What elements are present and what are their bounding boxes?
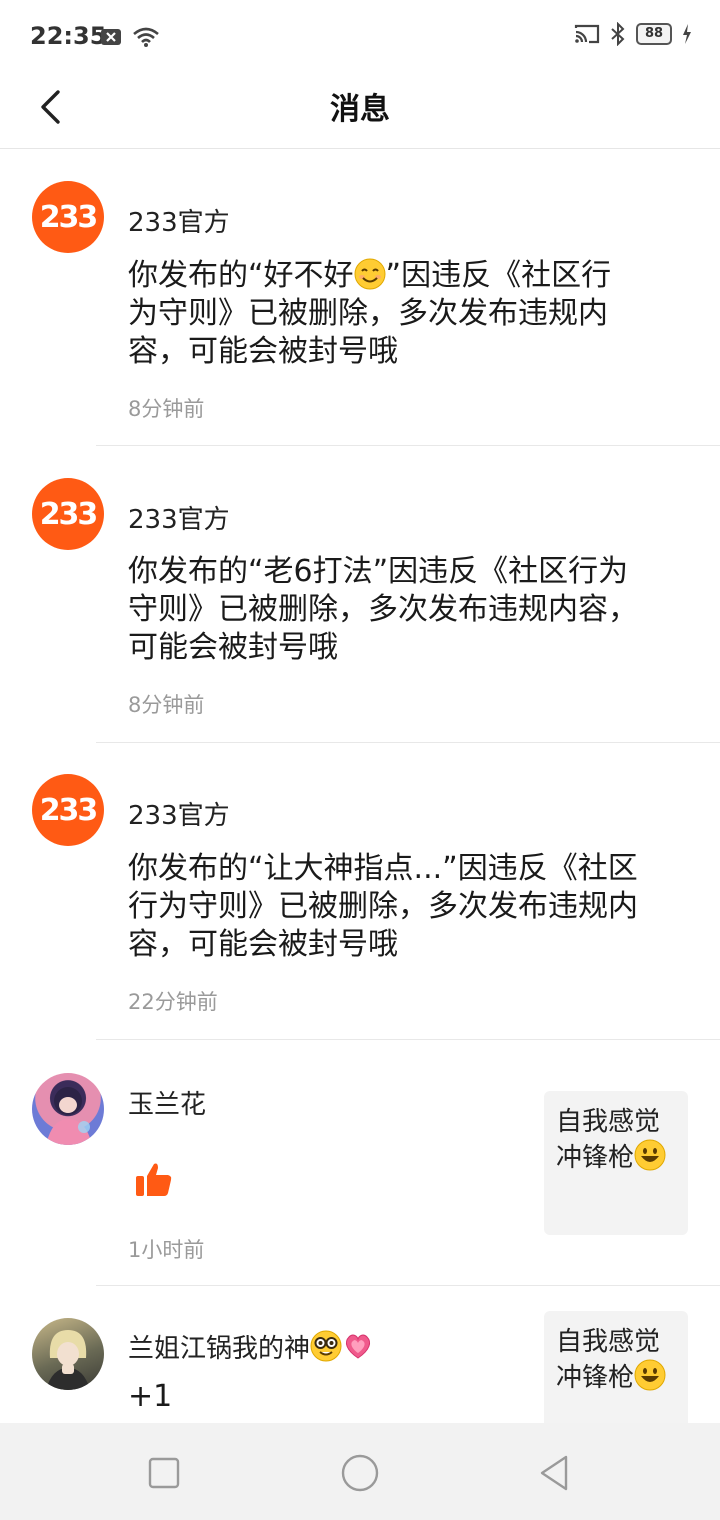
status-right-icons: 88 bbox=[574, 22, 692, 46]
grinning-face-icon bbox=[634, 1359, 666, 1391]
recent-apps-icon[interactable] bbox=[144, 1453, 184, 1493]
message-text: 你发布的“好不好 ”因违反《社区行为守则》已被删除，多次发布违规内容，可能会被封… bbox=[128, 257, 638, 371]
message-text-part: 你发布的“好不好 bbox=[128, 258, 354, 293]
charging-icon bbox=[683, 24, 691, 44]
message-text: 你发布的“老6打法”因违反《社区行为守则》已被删除，多次发布违规内容，可能会被封… bbox=[128, 554, 638, 665]
status-bar: 22:35 88 bbox=[0, 0, 720, 72]
bluetooth-icon bbox=[611, 22, 625, 46]
system-nav-bar bbox=[0, 1423, 720, 1520]
avatar[interactable]: 233 bbox=[32, 181, 104, 253]
sender-name: 233官方 bbox=[128, 208, 230, 238]
sender-name: 兰姐江锅我的神 bbox=[128, 1328, 374, 1365]
list-item[interactable]: 233 233官方 你发布的“让大神指点...”因违反《社区行为守则》已被删除，… bbox=[0, 743, 720, 1040]
anime-avatar-icon bbox=[46, 1330, 90, 1390]
grinning-face-icon bbox=[634, 1139, 666, 1171]
status-left-icons bbox=[100, 26, 160, 48]
avatar[interactable]: 233 bbox=[32, 478, 104, 550]
avatar[interactable]: 233 bbox=[32, 774, 104, 846]
sparkling-heart-icon bbox=[346, 1334, 371, 1359]
list-item[interactable]: 玉兰花 1小时前 自我感觉冲锋枪 bbox=[0, 1040, 720, 1286]
post-preview-card[interactable]: 自我感觉冲锋枪 bbox=[544, 1311, 688, 1423]
thumbs-up-icon bbox=[136, 1163, 172, 1196]
list-item[interactable]: 233 233官方 你发布的“老6打法”因违反《社区行为守则》已被删除，多次发布… bbox=[0, 446, 720, 743]
message-text: 你发布的“让大神指点...”因违反《社区行为守则》已被删除，多次发布违规内容，可… bbox=[128, 851, 638, 962]
message-time: 22分钟前 bbox=[128, 990, 218, 1014]
battery-indicator: 88 bbox=[636, 23, 672, 45]
notification-x-icon bbox=[101, 29, 121, 45]
message-time: 8分钟前 bbox=[128, 397, 205, 421]
message-list[interactable]: 233 233官方 你发布的“好不好 ”因违反《社区行为守则》已被删除，多次发布… bbox=[0, 150, 720, 1423]
nerd-face-icon bbox=[310, 1330, 342, 1362]
avatar[interactable] bbox=[32, 1073, 104, 1145]
avatar-logo: 233 bbox=[39, 199, 99, 235]
list-item[interactable]: 233 233官方 你发布的“好不好 ”因违反《社区行为守则》已被删除，多次发布… bbox=[0, 150, 720, 446]
sender-name: 玉兰花 bbox=[128, 1090, 207, 1120]
message-time: 1小时前 bbox=[128, 1238, 205, 1262]
sender-name: 233官方 bbox=[128, 801, 230, 831]
cast-icon bbox=[574, 24, 600, 44]
avatar-logo: 233 bbox=[39, 792, 99, 828]
status-time: 22:35 bbox=[30, 22, 107, 50]
home-icon[interactable] bbox=[340, 1453, 380, 1493]
smiling-face-icon bbox=[354, 258, 386, 290]
back-nav-icon[interactable] bbox=[536, 1453, 576, 1493]
avatar-logo: 233 bbox=[39, 496, 99, 532]
page-title: 消息 bbox=[330, 92, 390, 127]
anime-avatar-icon bbox=[46, 1087, 92, 1145]
wifi-icon bbox=[133, 27, 159, 47]
avatar[interactable] bbox=[32, 1318, 104, 1390]
header: 消息 bbox=[0, 72, 720, 149]
list-item[interactable]: 兰姐江锅我的神 +1 自我感觉冲锋枪 bbox=[0, 1286, 720, 1423]
message-time: 8分钟前 bbox=[128, 693, 205, 717]
post-preview-card[interactable]: 自我感觉冲锋枪 bbox=[544, 1091, 688, 1235]
sender-name: 233官方 bbox=[128, 505, 230, 535]
sender-name-text: 兰姐江锅我的神 bbox=[128, 1334, 311, 1364]
